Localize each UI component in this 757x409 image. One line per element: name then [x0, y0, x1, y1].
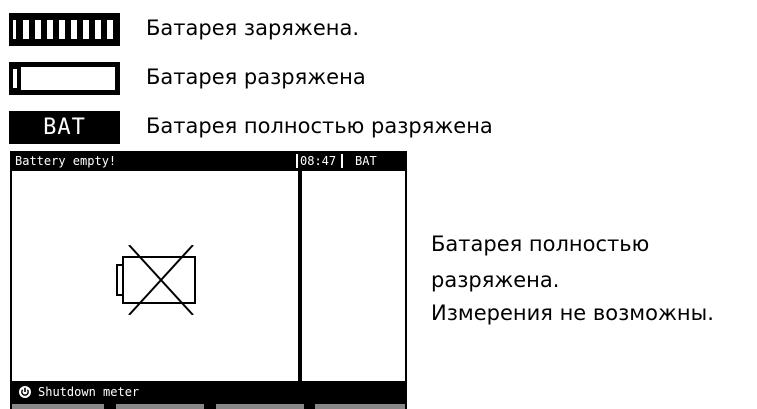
battery-bat-icon: BAT — [9, 111, 120, 144]
status-message: Battery empty! — [15, 154, 117, 168]
shutdown-message: Shutdown meter — [38, 385, 140, 399]
status-bar: Battery empty! 08:47 BAT — [12, 151, 405, 171]
bat-icon-label: BAT — [43, 115, 86, 140]
softkey-4[interactable] — [315, 404, 405, 409]
legend-text-full: Батарея заряжена. — [146, 16, 360, 40]
power-icon — [19, 386, 31, 398]
legend-row-full: Батарея заряжена. — [0, 10, 757, 46]
battery-crossed-icon — [116, 245, 196, 315]
battery-full-icon — [9, 13, 120, 46]
description-line-3: Измерения не возможны. — [431, 301, 714, 325]
softkey-3[interactable] — [216, 404, 304, 409]
legend-text-empty: Батарея разряжена — [146, 65, 366, 89]
description-line-2: разряжена. — [431, 268, 560, 292]
softkey-2[interactable] — [116, 404, 204, 409]
bottom-bar: Shutdown meter — [12, 382, 405, 402]
legend-row-empty: Батарея разряжена — [0, 59, 757, 95]
description-line-1: Батарея полностью — [431, 232, 650, 256]
main-display-area — [12, 171, 298, 381]
clock-time: 08:47 — [300, 154, 337, 168]
status-divider — [296, 154, 298, 168]
meter-screen: Battery empty! 08:47 BAT Shutdown meter — [10, 151, 407, 409]
legend-text-bat: Батарея полностью разряжена — [146, 114, 493, 138]
softkey-1[interactable] — [12, 404, 104, 409]
softkey-row — [12, 404, 405, 409]
legend-row-bat: BAT Батарея полностью разряжена — [0, 108, 757, 144]
battery-indicator: BAT — [355, 154, 377, 168]
side-display-area — [302, 171, 405, 381]
status-divider — [341, 154, 343, 168]
battery-empty-icon — [9, 62, 120, 95]
